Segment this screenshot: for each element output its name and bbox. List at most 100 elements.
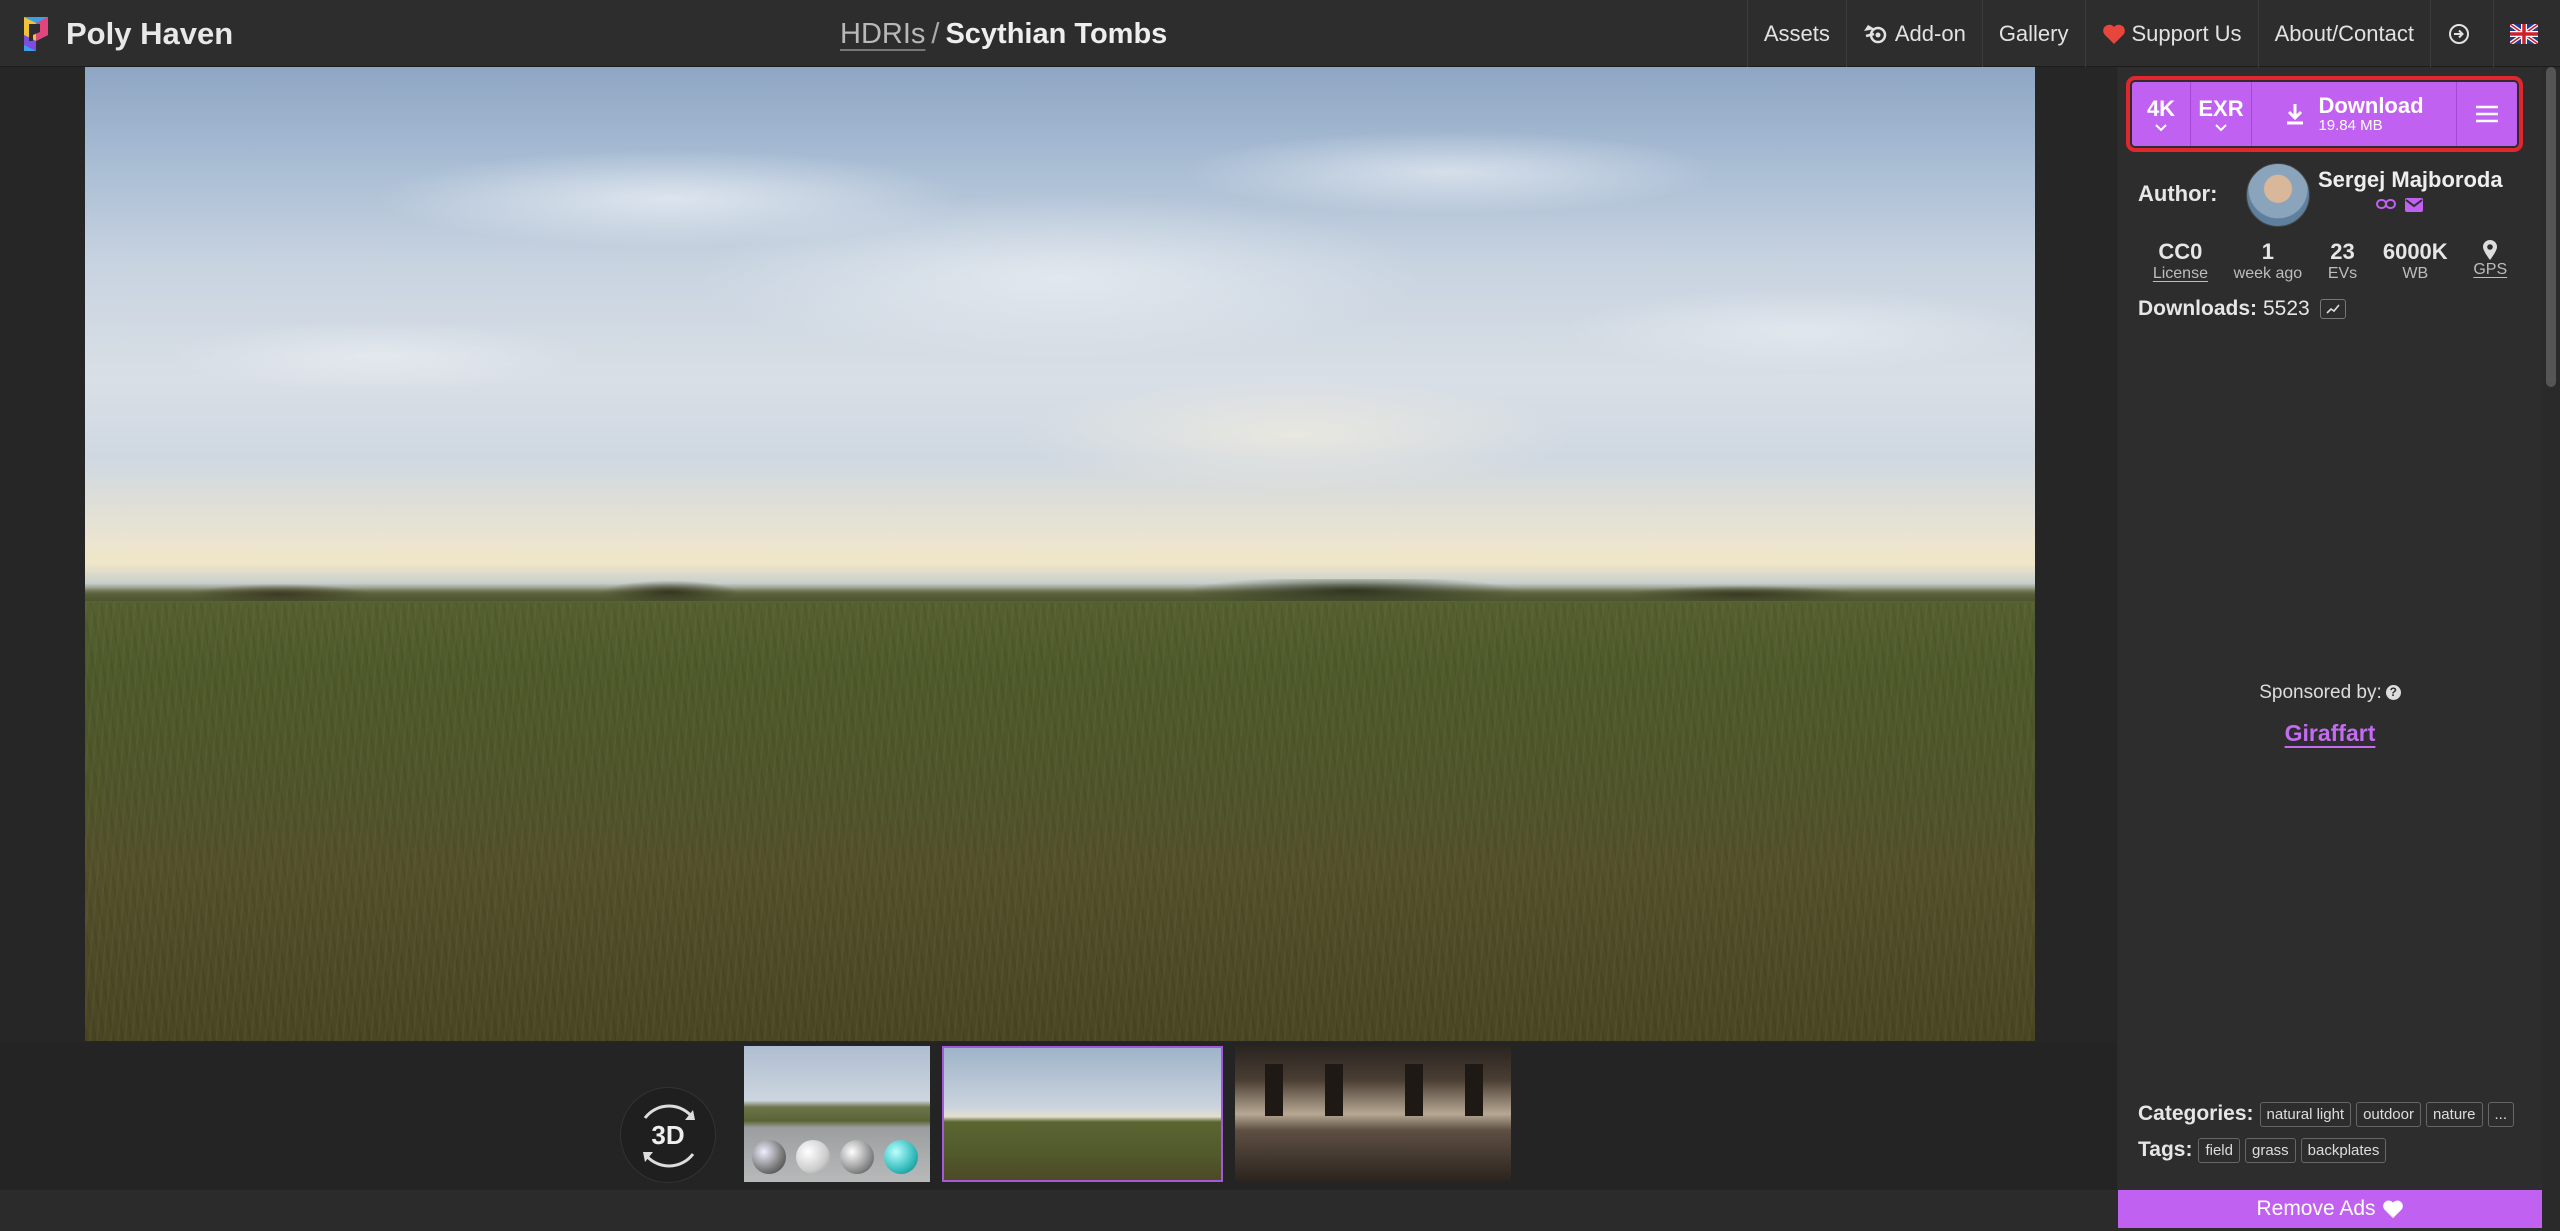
tag-chip[interactable]: backplates bbox=[2300, 1137, 2387, 1163]
language-selector[interactable] bbox=[2493, 0, 2560, 67]
help-icon[interactable]: ? bbox=[2385, 685, 2401, 700]
breadcrumb: HDRIs / Scythian Tombs bbox=[840, 18, 1167, 51]
tag-chip[interactable]: grass bbox=[2244, 1137, 2296, 1163]
category-chip[interactable]: natural light bbox=[2259, 1101, 2352, 1127]
main-nav: Assets Add-on Gallery Support Us About/C… bbox=[1746, 0, 2560, 67]
stat-evs-value: 23 bbox=[2330, 239, 2355, 264]
nav-about-contact[interactable]: About/Contact bbox=[2257, 0, 2430, 67]
page-title: Scythian Tombs bbox=[945, 18, 1168, 50]
format-dropdown[interactable]: EXR bbox=[2191, 82, 2252, 146]
glossy-sphere bbox=[840, 1140, 874, 1174]
sponsor-section: Sponsored by:? Giraffart bbox=[2118, 682, 2542, 747]
sponsor-link[interactable]: Giraffart bbox=[2285, 720, 2376, 747]
downloads-label: Downloads: bbox=[2138, 297, 2257, 320]
stat-license[interactable]: CC0 License bbox=[2153, 239, 2208, 283]
avatar[interactable] bbox=[2246, 163, 2310, 227]
download-options-button[interactable] bbox=[2457, 82, 2517, 146]
scrollbar-thumb[interactable] bbox=[2546, 67, 2556, 387]
nav-assets-label: Assets bbox=[1763, 20, 1830, 46]
grass-field bbox=[85, 602, 2035, 1041]
remove-ads-label: Remove Ads bbox=[2256, 1197, 2376, 1220]
view-3d-button[interactable]: 3D bbox=[620, 1087, 716, 1183]
nav-support-us[interactable]: Support Us bbox=[2084, 0, 2258, 67]
rotate-3d-icon bbox=[643, 1104, 695, 1168]
download-label: Download bbox=[2318, 93, 2424, 118]
thumbnail-panorama[interactable] bbox=[942, 1046, 1223, 1182]
arch-column bbox=[1465, 1064, 1483, 1116]
nav-assets[interactable]: Assets bbox=[1746, 0, 1846, 67]
downloads-value: 5523 bbox=[2263, 297, 2310, 320]
resolution-value: 4K bbox=[2146, 96, 2176, 121]
stat-license-value: CC0 bbox=[2158, 239, 2203, 264]
nav-addon-label: Add-on bbox=[1894, 20, 1966, 46]
download-bar: 4K EXR Download 19.84 MB bbox=[2126, 76, 2523, 152]
trend-chart-icon bbox=[2326, 304, 2340, 314]
brand-name: Poly Haven bbox=[66, 16, 234, 51]
preview-thumbnail-strip: 3D bbox=[0, 1042, 2117, 1190]
nav-support-label: Support Us bbox=[2131, 20, 2242, 46]
cyan-sphere bbox=[884, 1140, 918, 1174]
stat-date: 1 week ago bbox=[2234, 239, 2303, 283]
stat-wb: 6000K WB bbox=[2383, 239, 2448, 283]
stat-gps-label: GPS bbox=[2473, 261, 2508, 278]
author-section: Author: Sergej Majboroda bbox=[2138, 159, 2518, 229]
stat-date-value: 1 bbox=[2261, 239, 2275, 264]
resolution-dropdown[interactable]: 4K bbox=[2132, 82, 2191, 146]
login-button[interactable] bbox=[2430, 0, 2493, 67]
nav-gallery-label: Gallery bbox=[1998, 20, 2069, 46]
blender-icon bbox=[1863, 24, 1887, 43]
download-icon bbox=[2287, 104, 2304, 125]
categories-label: Categories: bbox=[2138, 1102, 2254, 1125]
asset-stats: CC0 License 1 week ago 23 EVs 6000K WB G… bbox=[2140, 239, 2520, 283]
author-name[interactable]: Sergej Majboroda bbox=[2318, 167, 2503, 193]
stat-wb-value: 6000K bbox=[2382, 239, 2448, 264]
hdri-viewer bbox=[0, 67, 2117, 1042]
author-links bbox=[2376, 197, 2424, 213]
horizon-treeline bbox=[85, 579, 2035, 601]
thumbnail-related[interactable] bbox=[1235, 1046, 1511, 1182]
page-scrollbar[interactable] bbox=[2542, 67, 2560, 1231]
sponsor-label: Sponsored by: bbox=[2259, 682, 2382, 703]
tag-chip[interactable]: field bbox=[2198, 1137, 2240, 1163]
download-size: 19.84 MB bbox=[2318, 117, 2383, 134]
category-chip[interactable]: nature bbox=[2425, 1101, 2483, 1127]
stat-date-label: week ago bbox=[2233, 265, 2303, 282]
arch-column bbox=[1265, 1064, 1283, 1116]
arch-column bbox=[1325, 1064, 1343, 1116]
white-sphere bbox=[796, 1140, 830, 1174]
categories-and-tags: Categories: natural light outdoor nature… bbox=[2138, 1100, 2538, 1172]
category-chip[interactable]: outdoor bbox=[2356, 1101, 2421, 1127]
thumbnail-spheres[interactable] bbox=[744, 1046, 930, 1182]
chevron-down-icon bbox=[2215, 124, 2227, 132]
nav-addon[interactable]: Add-on bbox=[1845, 0, 1982, 67]
stat-license-label: License bbox=[2152, 265, 2208, 282]
more-categories-button[interactable]: ... bbox=[2487, 1101, 2515, 1127]
stat-evs: 23 EVs bbox=[2328, 239, 2357, 283]
arch-column bbox=[1405, 1064, 1423, 1116]
hdri-preview-image[interactable] bbox=[85, 67, 2035, 1041]
site-logo[interactable]: Poly Haven bbox=[20, 15, 233, 53]
breadcrumb-hdris-link[interactable]: HDRIs bbox=[840, 18, 925, 50]
poly-haven-logo-icon bbox=[24, 17, 48, 51]
location-pin-icon bbox=[2483, 240, 2498, 260]
nav-gallery[interactable]: Gallery bbox=[1981, 0, 2085, 67]
link-icon[interactable] bbox=[2376, 197, 2396, 211]
download-graph-button[interactable] bbox=[2319, 299, 2346, 319]
heart-icon bbox=[2382, 1200, 2403, 1219]
asset-info-sidebar: 4K EXR Download 19.84 MB Author: Sergej bbox=[2118, 67, 2542, 1231]
tags-label: Tags: bbox=[2138, 1138, 2193, 1161]
stat-wb-label: WB bbox=[2402, 265, 2429, 282]
remove-ads-button[interactable]: Remove Ads bbox=[2118, 1190, 2542, 1228]
download-button[interactable]: Download 19.84 MB bbox=[2252, 82, 2457, 146]
author-label: Author: bbox=[2138, 181, 2218, 206]
sky-clouds bbox=[85, 67, 2035, 593]
tags-row: Tags: field grass backplates bbox=[2138, 1136, 2538, 1164]
heart-icon bbox=[2102, 24, 2125, 44]
download-count: Downloads: 5523 bbox=[2138, 297, 2346, 321]
chevron-down-icon bbox=[2155, 124, 2167, 132]
chrome-sphere bbox=[752, 1140, 786, 1174]
stat-gps[interactable]: GPS bbox=[2473, 239, 2507, 283]
uk-flag-icon bbox=[2510, 23, 2538, 44]
email-icon[interactable] bbox=[2404, 197, 2424, 213]
categories-row: Categories: natural light outdoor nature… bbox=[2138, 1100, 2538, 1128]
